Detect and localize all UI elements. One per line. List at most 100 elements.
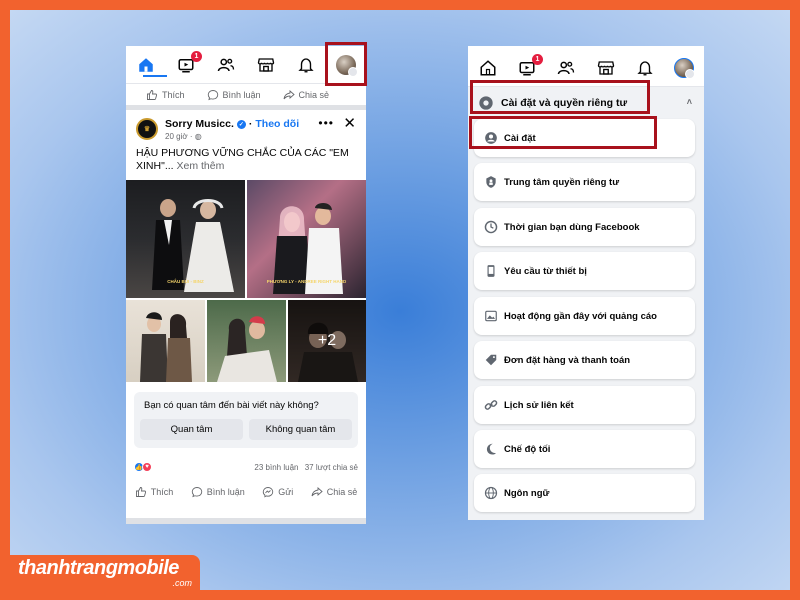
photo-caption: CHÂU BÙI - BINZ [167,279,204,284]
bell-icon [637,60,653,75]
post-like-button[interactable]: Thích [135,486,174,498]
interest-buttons: Quan tâm Không quan tâm [140,419,352,440]
not-interested-button[interactable]: Không quan tâm [249,419,352,440]
bell-icon [298,57,314,72]
send-label: Gửi [278,487,294,497]
post-share-button[interactable]: Chia sẻ [311,486,358,498]
more-photos-overlay[interactable]: +2 [288,300,366,382]
tag-icon [484,353,498,367]
messenger-icon [263,487,274,498]
link-icon [484,398,498,412]
share-button[interactable]: Chia sẻ [283,89,329,101]
thumbs-up-icon [147,89,158,100]
share-label: Chia sẻ [326,487,358,497]
phone-icon [484,264,498,278]
menu-item-label: Hoạt động gần đây với quảng cáo [504,310,657,322]
post-header: ♛ Sorry Musicc. ✓ · Theo dõi 20 giờ · ◍ … [126,110,366,141]
comment-label: Bình luận [222,89,261,100]
comment-icon [191,487,202,498]
menu-item-label: Ngôn ngữ [504,487,550,499]
marketplace-icon [257,57,275,72]
share-icon [283,89,295,99]
post-time: 20 giờ · ◍ [165,132,299,141]
like-button[interactable]: Thích [146,89,185,101]
menu-item-label: Thời gian bạn dùng Facebook [504,221,640,233]
post-name-line: Sorry Musicc. ✓ · Theo dõi [165,118,299,130]
post-send-button[interactable]: Gửi [262,486,293,498]
menu-item-recent-ad-activity[interactable]: Hoạt động gần đây với quảng cáo [474,297,695,335]
post-stats: 👍 ♥ 23 bình luận 37 lượt chia sẻ [126,448,366,472]
ad-image-icon [484,309,498,323]
page-name[interactable]: Sorry Musicc. [165,118,234,130]
stats-counts: 23 bình luận 37 lượt chia sẻ [254,463,358,472]
share-count[interactable]: 37 lượt chia sẻ [305,463,358,472]
menu-item-dark-mode[interactable]: Chế độ tối [474,430,695,468]
menu-item-label: Trung tâm quyền riêng tư [504,176,620,188]
post-actions: Thích Bình luận Gửi Chia sẻ [126,472,366,498]
photo-3-art [140,312,192,382]
marketplace-icon [597,60,614,75]
close-icon[interactable]: ✕ [343,114,356,132]
reaction-icons[interactable]: 👍 ♥ [134,462,152,472]
follow-button[interactable]: Theo dõi [255,118,299,130]
love-reaction-icon: ♥ [142,462,152,472]
photo-4[interactable] [207,300,286,382]
nav-notifications[interactable] [634,57,656,79]
post-comment-button[interactable]: Bình luận [191,486,245,498]
clock-icon [484,220,498,234]
nav-video[interactable]: 1 [175,50,202,76]
comment-button[interactable]: Bình luận [207,89,261,101]
friends-icon [217,58,235,71]
more-options-icon[interactable]: ••• [318,116,334,130]
photo-3[interactable] [126,300,205,382]
like-label: Thích [150,487,174,497]
menu-item-link-history[interactable]: Lịch sử liên kết [474,386,695,424]
friends-icon [558,61,575,74]
post-text: HẬU PHƯƠNG VỮNG CHẮC CỦA CÁC "EM XINH"..… [126,141,366,173]
nav-video[interactable]: 1 [516,53,543,79]
active-tab-indicator [143,74,167,77]
comment-count[interactable]: 23 bình luận [254,463,298,472]
nav-profile-menu[interactable] [673,57,696,79]
menu-item-label: Đơn đặt hàng và thanh toán [504,354,631,366]
menu-item-time-on-facebook[interactable]: Thời gian bạn dùng Facebook [474,208,695,246]
chevron-up-icon[interactable]: ˄ [687,97,692,107]
like-label: Thích [162,89,185,100]
comment-label: Bình luận [206,487,245,497]
interest-question: Bạn có quan tâm đến bài viết này không? [144,400,319,411]
left-phone-screen: 1 Thích Bình luận Chia sẻ ♛ Sorry Musicc… [126,46,366,524]
post-meta: Sorry Musicc. ✓ · Theo dõi 20 giờ · ◍ [165,118,299,141]
menu-item-orders-payments[interactable]: Đơn đặt hàng và thanh toán [474,341,695,379]
see-more-link[interactable]: Xem thêm [177,160,225,172]
nav-marketplace[interactable] [255,54,277,76]
menu-item-language[interactable]: Ngôn ngữ [474,474,695,512]
photo-grid: CHÂU BÙI - BINZ PHƯƠNG LY - ANDREE RIGHT… [126,180,366,382]
photo-caption: PHƯƠNG LY - ANDREE RIGHT HAND [266,279,347,284]
brand-tld: .com [172,578,192,588]
interested-button[interactable]: Quan tâm [140,419,243,440]
highlight-settings-box [469,116,657,149]
globe-icon [484,486,498,500]
nav-friends[interactable] [555,57,577,79]
nav-friends[interactable] [215,54,237,76]
nav-notifications[interactable] [295,54,317,76]
brand-name: thanhtrangmobile [18,557,179,579]
menu-item-label: Lịch sử liên kết [504,399,574,411]
nav-home[interactable] [477,57,499,79]
nav-marketplace[interactable] [595,57,617,79]
menu-item-privacy-center[interactable]: Trung tâm quyền riêng tư [474,163,695,201]
nav-home[interactable] [135,54,167,77]
photo-1[interactable]: CHÂU BÙI - BINZ [126,180,245,298]
post-time-text: 20 giờ [165,132,188,141]
brand-logo: thanhtrangmobile .com [10,555,200,590]
photo-2[interactable]: PHƯƠNG LY - ANDREE RIGHT HAND [247,180,366,298]
notification-badge: 1 [531,53,543,65]
avatar [674,57,696,79]
interest-prompt: Bạn có quan tâm đến bài viết này không? … [134,392,358,448]
moon-icon [484,442,498,456]
photo-5[interactable]: +2 [288,300,366,382]
page-avatar[interactable]: ♛ [136,118,158,140]
highlight-section-box [470,80,650,114]
menu-item-device-requests[interactable]: Yêu cầu từ thiết bị [474,252,695,290]
notification-badge: 1 [191,50,202,62]
